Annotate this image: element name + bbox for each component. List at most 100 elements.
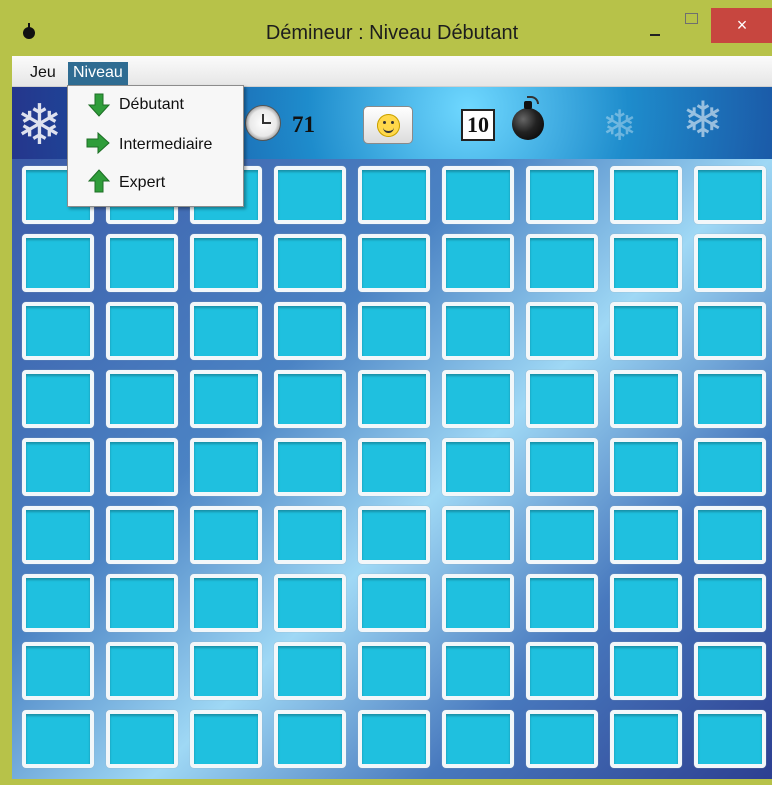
mine-cell[interactable] [610,438,682,496]
mine-cell[interactable] [274,234,346,292]
mine-cell[interactable] [526,166,598,224]
mine-cell[interactable] [358,234,430,292]
mine-cell[interactable] [274,438,346,496]
mine-cell[interactable] [442,166,514,224]
mine-cell[interactable] [190,574,262,632]
mine-cell[interactable] [358,438,430,496]
mine-cell[interactable] [274,302,346,360]
minimize-button[interactable] [635,8,675,38]
mine-cell[interactable] [442,234,514,292]
mine-counter: 10 [461,109,495,141]
maximize-button[interactable] [676,8,708,38]
mine-cell[interactable] [106,370,178,428]
mine-cell[interactable] [526,574,598,632]
mine-cell[interactable] [610,302,682,360]
arrow-right-icon [86,131,110,155]
mine-cell[interactable] [274,642,346,700]
mine-cell[interactable] [694,370,766,428]
client-area: Jeu Niveau ❄ ❄ ❄ 71 10 Débutant Intermed… [12,56,772,779]
mine-cell[interactable] [526,438,598,496]
mine-cell[interactable] [694,506,766,564]
mine-cell[interactable] [22,234,94,292]
niveau-dropdown-menu: Débutant Intermediaire Expert [67,85,244,207]
mine-cell[interactable] [106,506,178,564]
mine-cell[interactable] [610,642,682,700]
mine-cell[interactable] [694,234,766,292]
mine-cell[interactable] [106,710,178,768]
mine-cell[interactable] [22,574,94,632]
mine-cell[interactable] [442,438,514,496]
mine-cell[interactable] [106,234,178,292]
mine-cell[interactable] [106,642,178,700]
mine-cell[interactable] [610,574,682,632]
mine-cell[interactable] [106,438,178,496]
mine-cell[interactable] [526,506,598,564]
mine-cell[interactable] [442,370,514,428]
mine-cell[interactable] [190,438,262,496]
mine-cell[interactable] [526,302,598,360]
mine-cell[interactable] [106,574,178,632]
mine-cell[interactable] [526,642,598,700]
mine-cell[interactable] [22,370,94,428]
menu-item-intermediaire[interactable]: Intermediaire [68,126,243,164]
mine-cell[interactable] [442,574,514,632]
mine-cell[interactable] [694,574,766,632]
mine-cell[interactable] [358,166,430,224]
menu-item-debutant[interactable]: Débutant [68,86,243,124]
mine-cell[interactable] [694,302,766,360]
mine-cell[interactable] [106,302,178,360]
mine-cell[interactable] [358,642,430,700]
smiley-face-icon [377,114,400,137]
mine-cell[interactable] [610,370,682,428]
menu-item-label: Débutant [119,96,184,113]
mine-cell[interactable] [610,234,682,292]
menu-niveau[interactable]: Niveau [68,62,128,85]
mine-cell[interactable] [442,642,514,700]
mine-cell[interactable] [694,166,766,224]
mine-cell[interactable] [274,370,346,428]
menu-bar: Jeu Niveau [12,56,772,87]
mine-cell[interactable] [694,710,766,768]
mine-cell[interactable] [694,642,766,700]
menu-item-label: Intermediaire [119,136,213,153]
mine-cell[interactable] [610,710,682,768]
snowflake-icon: ❄ [16,93,63,156]
menu-item-expert[interactable]: Expert [68,164,243,202]
mine-cell[interactable] [526,710,598,768]
mine-cell[interactable] [526,234,598,292]
mine-cell[interactable] [610,166,682,224]
mine-cell[interactable] [442,302,514,360]
mine-cell[interactable] [190,370,262,428]
mine-cell[interactable] [610,506,682,564]
arrow-down-icon [87,93,111,117]
mine-cell[interactable] [22,302,94,360]
mine-cell[interactable] [190,302,262,360]
mine-cell[interactable] [22,642,94,700]
mine-cell[interactable] [358,710,430,768]
mine-cell[interactable] [274,574,346,632]
mine-cell[interactable] [190,234,262,292]
mine-cell[interactable] [274,710,346,768]
mine-cell[interactable] [358,370,430,428]
mine-cell[interactable] [526,370,598,428]
mine-cell[interactable] [358,574,430,632]
mine-cell[interactable] [358,302,430,360]
mine-cell[interactable] [190,506,262,564]
mine-cell[interactable] [274,166,346,224]
new-game-smiley-button[interactable] [363,106,413,144]
menu-jeu[interactable]: Jeu [26,62,60,85]
title-bar[interactable]: Démineur : Niveau Débutant × [6,0,772,56]
mine-cell[interactable] [274,506,346,564]
mine-cell[interactable] [190,710,262,768]
mine-cell[interactable] [358,506,430,564]
close-button[interactable]: × [711,8,772,43]
snowflake-icon: ❄ [682,92,724,148]
mine-cell[interactable] [190,642,262,700]
mine-cell[interactable] [22,438,94,496]
mine-cell[interactable] [442,710,514,768]
mine-cell[interactable] [22,506,94,564]
snowflake-icon: ❄ [602,102,638,149]
mine-cell[interactable] [442,506,514,564]
mine-cell[interactable] [694,438,766,496]
mine-cell[interactable] [22,710,94,768]
